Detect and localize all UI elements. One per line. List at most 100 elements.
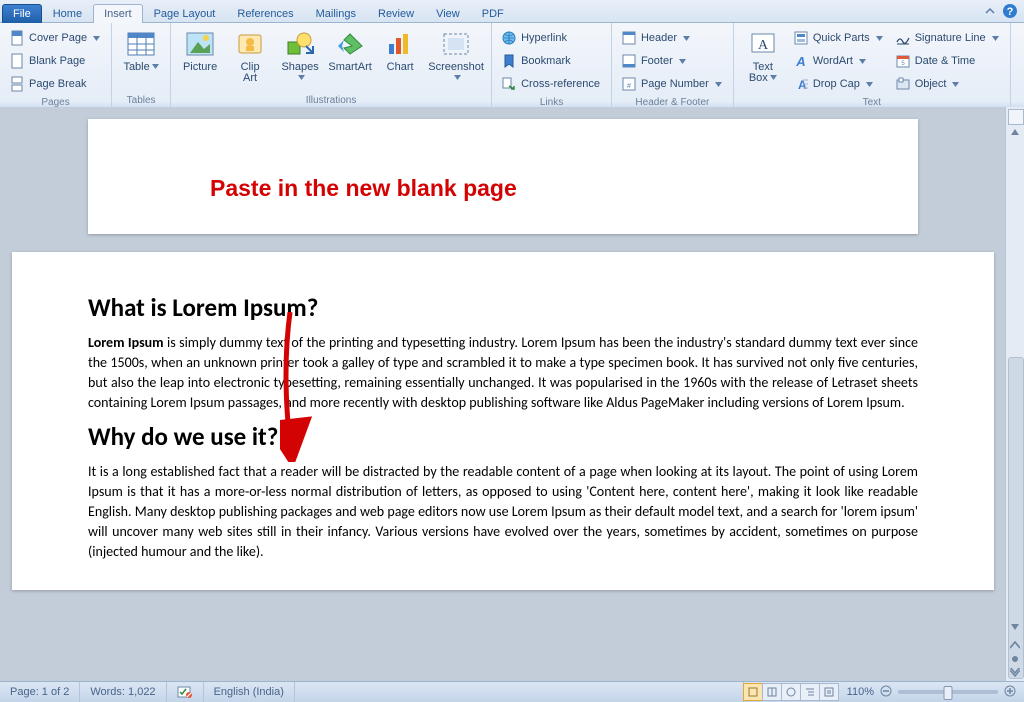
- tab-pdf[interactable]: PDF: [471, 4, 515, 23]
- scroll-up-button[interactable]: [1008, 125, 1022, 139]
- print-layout-view-button[interactable]: [743, 683, 763, 701]
- document-canvas[interactable]: Paste in the new blank page What is Lore…: [0, 107, 1006, 682]
- dropdown-caret-icon: [454, 72, 461, 83]
- full-screen-reading-view-button[interactable]: [762, 683, 782, 701]
- zoom-out-button[interactable]: [880, 685, 892, 700]
- table-button[interactable]: Table: [116, 25, 166, 94]
- page-break-button[interactable]: Page Break: [6, 72, 105, 95]
- ribbon-group-tables: Table Tables: [112, 23, 171, 108]
- ribbon-label: Table: [123, 61, 149, 73]
- ribbon-label: Footer: [641, 55, 673, 67]
- object-button[interactable]: Object: [892, 72, 1004, 95]
- dropdown-caret-icon: [952, 78, 959, 90]
- wordart-button[interactable]: A WordArt: [790, 49, 888, 72]
- minimize-ribbon-icon[interactable]: [984, 5, 996, 17]
- dropdown-caret-icon: [683, 32, 690, 44]
- equation-button[interactable]: π Equation: [1017, 26, 1024, 49]
- group-label: Illustrations: [175, 94, 487, 108]
- blank-page-button[interactable]: Blank Page: [6, 49, 105, 72]
- status-bar: Page: 1 of 2 Words: 1,022 English (India…: [0, 681, 1024, 702]
- picture-icon: [184, 28, 216, 60]
- quick-parts-button[interactable]: Quick Parts: [790, 26, 888, 49]
- tab-home[interactable]: Home: [42, 4, 93, 23]
- ribbon-group-pages: Cover Page Blank Page Page Break Pages: [0, 23, 112, 108]
- screenshot-icon: [440, 28, 472, 60]
- header-icon: [621, 30, 637, 46]
- page-number-button[interactable]: # Page Number: [618, 72, 727, 95]
- clip-art-button[interactable]: Clip Art: [225, 25, 275, 94]
- zoom-slider-thumb[interactable]: [944, 686, 953, 700]
- picture-button[interactable]: Picture: [175, 25, 225, 94]
- tab-mailings[interactable]: Mailings: [305, 4, 367, 23]
- help-icon[interactable]: ?: [1002, 3, 1018, 19]
- vertical-scrollbar[interactable]: [1005, 107, 1024, 682]
- quick-parts-icon: [793, 30, 809, 46]
- text-box-icon: A: [747, 28, 779, 60]
- dropdown-caret-icon: [866, 78, 873, 90]
- text-box-button[interactable]: A Text Box: [738, 25, 788, 96]
- ribbon-label: Blank Page: [29, 55, 85, 67]
- select-browse-object-button[interactable]: [1008, 652, 1022, 666]
- chart-button[interactable]: Chart: [375, 25, 425, 94]
- tab-view[interactable]: View: [425, 4, 471, 23]
- ribbon-label: Page Number: [641, 78, 709, 90]
- page-2-content[interactable]: What is Lorem Ipsum? Lorem Ipsum is simp…: [12, 252, 994, 590]
- menu-tabbar: File Home Insert Page Layout References …: [0, 0, 1024, 23]
- hyperlink-button[interactable]: Hyperlink: [498, 26, 605, 49]
- ribbon-label: Hyperlink: [521, 32, 567, 44]
- scroll-down-button[interactable]: [1008, 620, 1022, 634]
- previous-page-button[interactable]: [1008, 638, 1022, 652]
- zoom-level[interactable]: 110%: [847, 686, 874, 698]
- signature-icon: [895, 30, 911, 46]
- status-page[interactable]: Page: 1 of 2: [0, 682, 80, 702]
- ruler-toggle-button[interactable]: [1008, 109, 1024, 125]
- chart-icon: [384, 28, 416, 60]
- cover-page-icon: [9, 30, 25, 46]
- header-button[interactable]: Header: [618, 26, 727, 49]
- tab-file[interactable]: File: [2, 4, 42, 23]
- bookmark-button[interactable]: Bookmark: [498, 49, 605, 72]
- tab-review[interactable]: Review: [367, 4, 425, 23]
- svg-text:A: A: [758, 38, 769, 53]
- ribbon-label: Clip Art: [241, 62, 260, 84]
- status-words[interactable]: Words: 1,022: [80, 682, 166, 702]
- status-language[interactable]: English (India): [204, 682, 295, 702]
- outline-view-button[interactable]: [800, 683, 820, 701]
- zoom-in-button[interactable]: [1004, 685, 1016, 700]
- zoom-slider[interactable]: [898, 690, 998, 694]
- ribbon-label: Header: [641, 32, 677, 44]
- screenshot-button[interactable]: Screenshot: [425, 25, 487, 94]
- signature-line-button[interactable]: Signature Line: [892, 26, 1004, 49]
- footer-button[interactable]: Footer: [618, 49, 727, 72]
- tab-insert[interactable]: Insert: [93, 4, 143, 23]
- ribbon-group-illustrations: Picture Clip Art Shapes SmartArt Chart S…: [171, 23, 492, 108]
- clip-art-icon: [234, 28, 266, 60]
- drop-cap-button[interactable]: A Drop Cap: [790, 72, 888, 95]
- status-proofing[interactable]: [167, 682, 204, 702]
- page-1-blank-bottom[interactable]: Paste in the new blank page: [88, 119, 918, 234]
- dropdown-caret-icon: [770, 72, 777, 83]
- footer-icon: [621, 53, 637, 69]
- tab-page-layout[interactable]: Page Layout: [143, 4, 227, 23]
- shapes-button[interactable]: Shapes: [275, 25, 325, 94]
- tab-references[interactable]: References: [226, 4, 304, 23]
- cross-reference-button[interactable]: Cross-reference: [498, 72, 605, 95]
- shapes-icon: [284, 28, 316, 60]
- ribbon-label: Picture: [183, 62, 217, 73]
- ribbon-label: SmartArt: [328, 62, 371, 73]
- svg-text:A: A: [795, 54, 805, 69]
- smartart-button[interactable]: SmartArt: [325, 25, 375, 94]
- dropdown-caret-icon: [876, 32, 883, 44]
- cover-page-button[interactable]: Cover Page: [6, 26, 105, 49]
- ribbon-group-symbols: π Equation Ω Symbol Symbols: [1011, 23, 1024, 108]
- next-page-button[interactable]: [1008, 666, 1022, 680]
- web-layout-view-button[interactable]: [781, 683, 801, 701]
- view-mode-buttons: [743, 682, 839, 702]
- hyperlink-icon: [501, 30, 517, 46]
- doc-paragraph-1: Lorem Ipsum is simply dummy text of the …: [88, 333, 918, 413]
- draft-view-button[interactable]: [819, 683, 839, 701]
- ribbon-label: Drop Cap: [813, 78, 860, 90]
- symbol-button[interactable]: Ω Symbol: [1017, 49, 1024, 72]
- date-time-button[interactable]: 5 Date & Time: [892, 49, 1004, 72]
- smartart-icon: [334, 28, 366, 60]
